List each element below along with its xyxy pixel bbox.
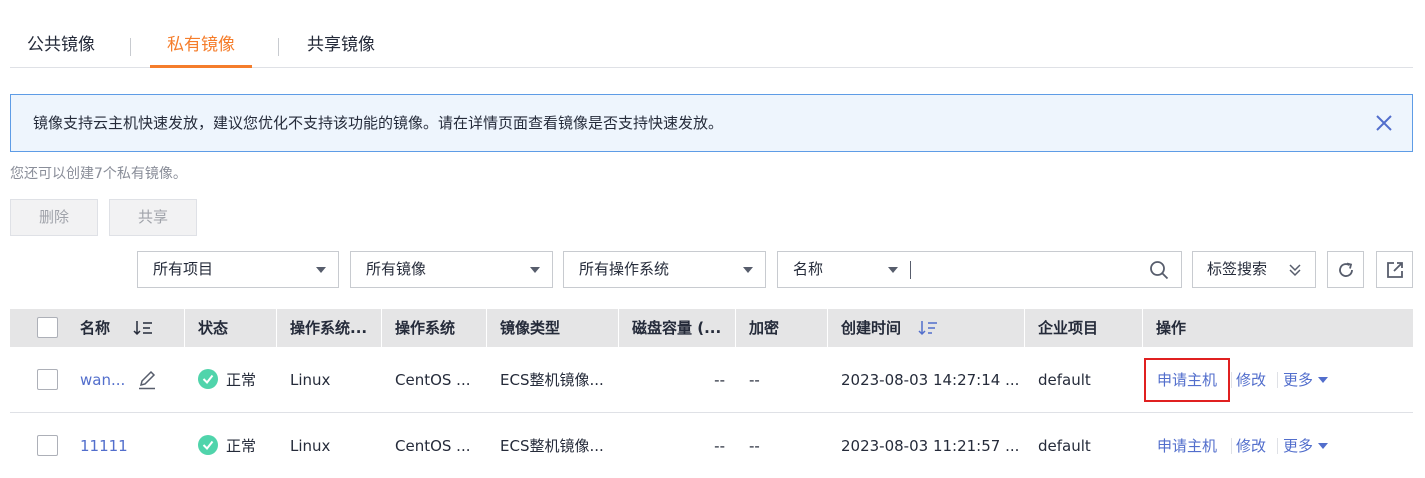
image-tabs: 公共镜像 私有镜像 共享镜像	[10, 28, 1413, 68]
apply-host-link[interactable]: 申请主机	[1157, 347, 1217, 413]
status-ok-icon	[198, 435, 218, 455]
column-header-disk: 磁盘容量 (...	[632, 319, 722, 337]
encrypted-cell: --	[749, 437, 760, 455]
modify-link[interactable]: 修改	[1236, 413, 1266, 478]
row-checkbox[interactable]	[37, 435, 58, 456]
caret-down-icon	[530, 267, 540, 273]
share-button[interactable]: 共享	[109, 199, 197, 236]
encrypted-cell: --	[749, 371, 760, 389]
delete-button[interactable]: 删除	[10, 199, 98, 236]
row-checkbox[interactable]	[37, 369, 58, 390]
image-type-cell: ECS整机镜像...	[500, 437, 604, 455]
status-text: 正常	[226, 371, 257, 389]
status-cell: 正常	[184, 413, 276, 478]
created-cell: 2023-08-03 14:27:14 ...	[841, 371, 1020, 389]
caret-down-icon[interactable]	[888, 267, 898, 273]
sort-icon[interactable]	[133, 320, 153, 336]
os-type-cell: Linux	[290, 437, 331, 455]
image-select[interactable]: 所有镜像	[350, 251, 553, 288]
more-menu[interactable]: 更多	[1283, 347, 1329, 413]
tab-shared-images[interactable]: 共享镜像	[307, 28, 375, 68]
project-cell: default	[1038, 371, 1091, 389]
quota-text: 您还可以创建7个私有镜像。	[10, 166, 187, 182]
op-divider	[1277, 438, 1278, 454]
refresh-icon	[1339, 262, 1353, 277]
search-attribute-select[interactable]: 名称	[793, 252, 823, 287]
column-header-status: 状态	[198, 319, 229, 337]
search-input[interactable]	[918, 256, 1138, 283]
status-text: 正常	[226, 437, 257, 455]
disk-cell: --	[714, 371, 725, 389]
more-menu[interactable]: 更多	[1283, 413, 1329, 478]
column-header-encrypted: 加密	[749, 319, 780, 337]
modify-link[interactable]: 修改	[1236, 347, 1266, 413]
os-select-value: 所有操作系统	[579, 260, 670, 278]
search-divider	[910, 261, 911, 279]
tab-divider	[278, 38, 279, 56]
disk-cell: --	[714, 437, 725, 455]
table-header: 名称 状态 操作系统... 操作系统 镜像类型 磁盘容量 (... 加密 创建时…	[10, 309, 1413, 347]
images-table: 名称 状态 操作系统... 操作系统 镜像类型 磁盘容量 (... 加密 创建时…	[10, 309, 1413, 478]
image-name-link[interactable]: wan...	[66, 347, 136, 413]
edit-icon[interactable]	[137, 370, 157, 390]
apply-host-link[interactable]: 申请主机	[1157, 413, 1217, 478]
search-box: 名称	[777, 251, 1182, 288]
op-divider	[1231, 438, 1232, 454]
project-cell: default	[1038, 437, 1091, 455]
double-chevron-down-icon	[1289, 264, 1301, 277]
column-header-os: 操作系统	[395, 319, 456, 337]
column-header-image-type: 镜像类型	[500, 319, 561, 337]
check-icon	[202, 374, 214, 385]
search-icon[interactable]	[1149, 260, 1169, 280]
caret-down-icon	[1318, 376, 1329, 383]
tab-private-images[interactable]: 私有镜像	[150, 28, 252, 68]
tag-search-button[interactable]: 标签搜索	[1192, 251, 1316, 288]
check-icon	[202, 440, 214, 451]
created-cell: 2023-08-03 11:21:57 ...	[841, 437, 1020, 455]
export-icon	[1387, 262, 1403, 278]
table-row: wan... 正常 Linux CentOS ... ECS整机镜像... --…	[10, 347, 1413, 413]
table-row: 11111 正常 Linux CentOS ... ECS整机镜像... -- …	[10, 413, 1413, 478]
info-notice: 镜像支持云主机快速发放，建议您优化不支持该功能的镜像。请在详情页面查看镜像是否支…	[10, 94, 1413, 152]
export-button[interactable]	[1376, 251, 1413, 288]
column-header-operations: 操作	[1156, 319, 1187, 337]
refresh-button[interactable]	[1327, 251, 1364, 288]
close-icon[interactable]	[1374, 113, 1394, 133]
select-all-checkbox[interactable]	[37, 317, 58, 338]
notice-text: 镜像支持云主机快速发放，建议您优化不支持该功能的镜像。请在详情页面查看镜像是否支…	[33, 114, 724, 132]
op-divider	[1231, 372, 1232, 388]
column-header-name[interactable]: 名称	[66, 309, 184, 347]
column-header-os-type: 操作系统...	[290, 319, 368, 337]
status-ok-icon	[198, 369, 218, 389]
caret-down-icon	[743, 267, 753, 273]
caret-down-icon	[1318, 442, 1329, 449]
image-select-value: 所有镜像	[366, 260, 427, 278]
tab-divider	[130, 38, 131, 56]
caret-down-icon	[316, 267, 326, 273]
os-type-cell: Linux	[290, 371, 331, 389]
op-divider	[1277, 372, 1278, 388]
tab-public-images[interactable]: 公共镜像	[27, 28, 95, 68]
project-select[interactable]: 所有项目	[137, 251, 339, 288]
os-select[interactable]: 所有操作系统	[563, 251, 766, 288]
image-name-link[interactable]: 11111	[66, 413, 176, 478]
sort-icon[interactable]	[918, 320, 938, 336]
os-cell: CentOS ...	[395, 437, 471, 455]
project-select-value: 所有项目	[153, 260, 214, 278]
column-header-project: 企业项目	[1038, 319, 1099, 337]
status-cell: 正常	[184, 347, 276, 413]
image-type-cell: ECS整机镜像...	[500, 371, 604, 389]
tag-search-label: 标签搜索	[1207, 260, 1268, 278]
os-cell: CentOS ...	[395, 371, 471, 389]
